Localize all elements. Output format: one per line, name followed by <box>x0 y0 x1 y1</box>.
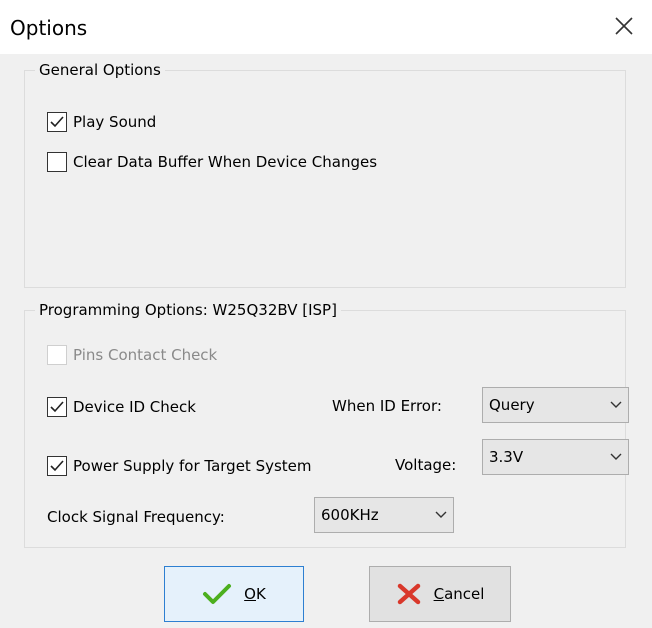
play-sound-checkbox[interactable] <box>47 112 67 132</box>
device-id-checkbox[interactable] <box>47 397 67 417</box>
play-sound-label[interactable]: Play Sound <box>73 113 156 131</box>
cancel-mnemonic: C <box>433 585 445 603</box>
options-dialog: Options General Options Play Sound Clear… <box>0 0 652 628</box>
device-id-label[interactable]: Device ID Check <box>73 398 196 416</box>
id-error-label: When ID Error: <box>332 397 442 415</box>
id-error-value: Query <box>489 396 535 414</box>
voltage-value: 3.3V <box>489 448 524 466</box>
cancel-x-icon <box>397 583 420 605</box>
clock-frequency-value: 600KHz <box>321 506 379 524</box>
clock-frequency-label: Clock Signal Frequency: <box>47 508 225 526</box>
programming-options-legend: Programming Options: W25Q32BV [ISP] <box>35 301 341 319</box>
close-icon <box>615 17 633 35</box>
programming-options-group: Programming Options: W25Q32BV [ISP] Pins… <box>24 301 629 548</box>
ok-label-rest: K <box>255 585 266 603</box>
pins-contact-label: Pins Contact Check <box>73 346 218 364</box>
clear-buffer-row: Clear Data Buffer When Device Changes <box>47 152 377 172</box>
pins-contact-row: Pins Contact Check <box>47 345 217 365</box>
checkmark-icon <box>50 116 64 128</box>
cancel-label: Cancel <box>434 585 485 603</box>
play-sound-row: Play Sound <box>47 112 156 132</box>
voltage-select[interactable]: 3.3V <box>482 439 629 475</box>
ok-button[interactable]: OK <box>164 566 304 622</box>
clear-buffer-checkbox[interactable] <box>47 152 67 172</box>
pins-contact-checkbox <box>47 345 67 365</box>
ok-label: OK <box>244 585 266 603</box>
general-options-legend: General Options <box>35 61 165 79</box>
checkmark-icon <box>203 584 232 604</box>
chevron-down-icon <box>604 400 628 410</box>
voltage-label: Voltage: <box>395 456 457 474</box>
general-options-group: General Options Play Sound Clear Data Bu… <box>24 61 626 288</box>
device-id-row: Device ID Check <box>47 397 196 417</box>
id-error-select[interactable]: Query <box>482 387 629 423</box>
window-title: Options <box>10 16 88 40</box>
power-supply-label[interactable]: Power Supply for Target System <box>73 457 312 475</box>
title-bar: Options <box>0 0 652 54</box>
chevron-down-icon <box>429 510 453 520</box>
checkmark-icon <box>50 460 64 472</box>
cancel-button[interactable]: Cancel <box>369 566 511 622</box>
ok-mnemonic: O <box>244 585 256 603</box>
clear-buffer-label[interactable]: Clear Data Buffer When Device Changes <box>73 153 377 171</box>
clock-frequency-select[interactable]: 600KHz <box>314 497 454 533</box>
chevron-down-icon <box>604 452 628 462</box>
cancel-label-rest: ancel <box>444 585 485 603</box>
power-supply-checkbox[interactable] <box>47 456 67 476</box>
power-supply-row: Power Supply for Target System <box>47 456 312 476</box>
close-button[interactable] <box>610 12 638 40</box>
checkmark-icon <box>50 401 64 413</box>
